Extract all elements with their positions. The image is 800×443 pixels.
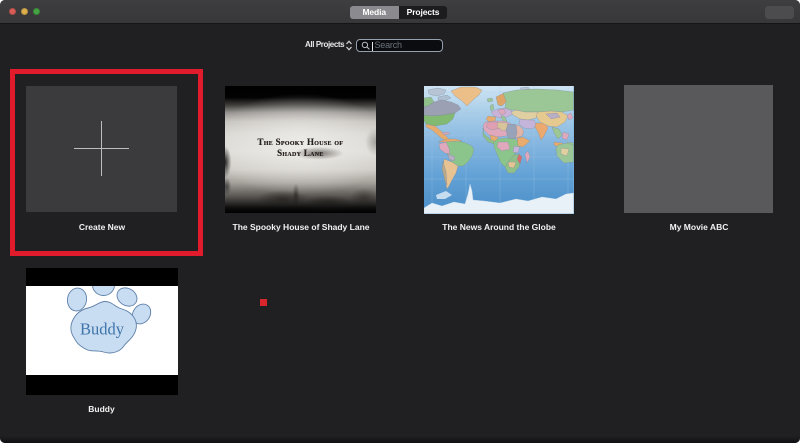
svg-text:Buddy: Buddy <box>80 320 125 339</box>
